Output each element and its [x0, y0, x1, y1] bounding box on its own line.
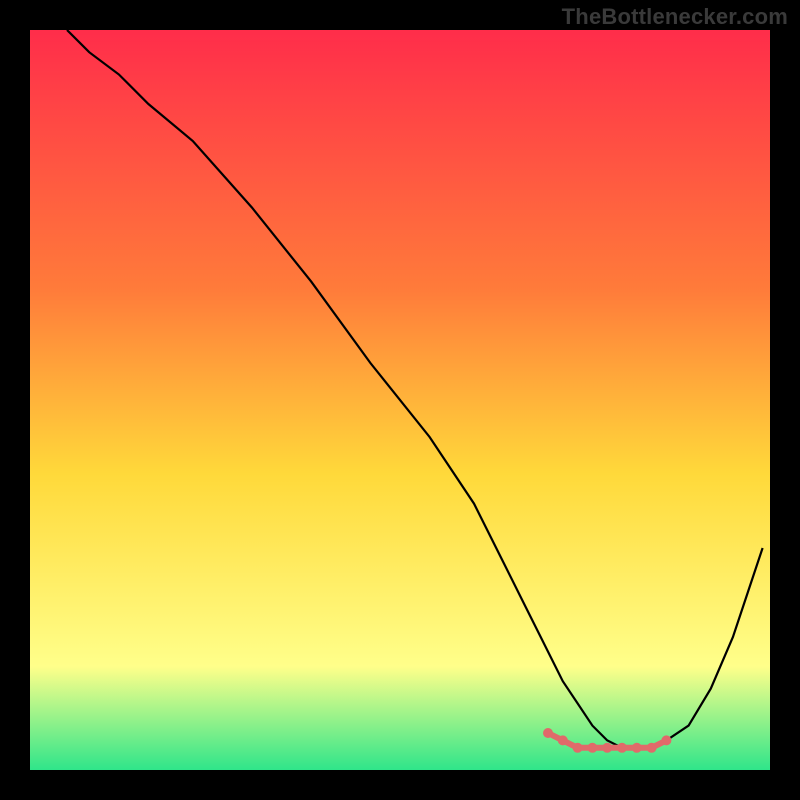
chart-frame: TheBottlenecker.com: [0, 0, 800, 800]
plot-area: [30, 30, 770, 770]
watermark-text: TheBottlenecker.com: [562, 4, 788, 30]
chart-svg: [30, 30, 770, 770]
